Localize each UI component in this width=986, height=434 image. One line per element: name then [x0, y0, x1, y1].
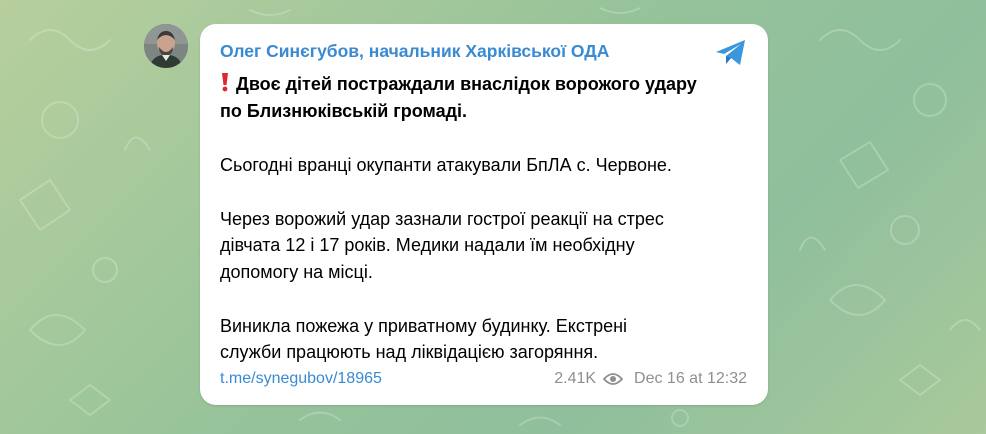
headline-text-1: Двоє дітей постраждали внаслідок ворожог… — [236, 74, 697, 94]
message-bubble: Олег Синєгубов, начальник Харківської ОД… — [200, 24, 768, 405]
paragraph-1: Сьогодні вранці окупанти атакували БпЛА … — [220, 154, 672, 175]
eye-icon — [603, 373, 624, 385]
telegram-plane-icon[interactable] — [714, 38, 748, 68]
paragraph-2-line-1: Через ворожий удар зазнали гострої реакц… — [220, 208, 664, 229]
post-meta: 2.41K Dec 16 at 12:32 — [554, 370, 747, 388]
headline-line-1: Двоє дітей постраждали внаслідок ворожог… — [220, 71, 755, 98]
paragraph-2-line-3: допомогу на місці. — [220, 261, 373, 282]
avatar-photo — [144, 24, 188, 68]
message-text: Двоє дітей постраждали внаслідок ворожог… — [220, 71, 755, 366]
post-date: Dec 16 at 12:32 — [634, 370, 747, 387]
red-exclamation-icon — [222, 73, 228, 92]
sender-name[interactable]: Олег Синєгубов, начальник Харківської ОД… — [220, 41, 609, 62]
view-count: 2.41K — [554, 370, 597, 387]
post-link[interactable]: t.me/synegubov/18965 — [220, 370, 382, 388]
paragraph-2-line-2: дівчата 12 і 17 років. Медики надали їм … — [220, 235, 635, 255]
paragraph-3-line-1: Виникла пожежа у приватному будинку. Екс… — [220, 315, 628, 336]
paragraph-3-line-2: служби працюють над ліквідацією загорянн… — [220, 342, 599, 362]
headline-line-2: по Близнюківській громаді. — [220, 100, 468, 121]
channel-avatar[interactable] — [144, 24, 188, 68]
